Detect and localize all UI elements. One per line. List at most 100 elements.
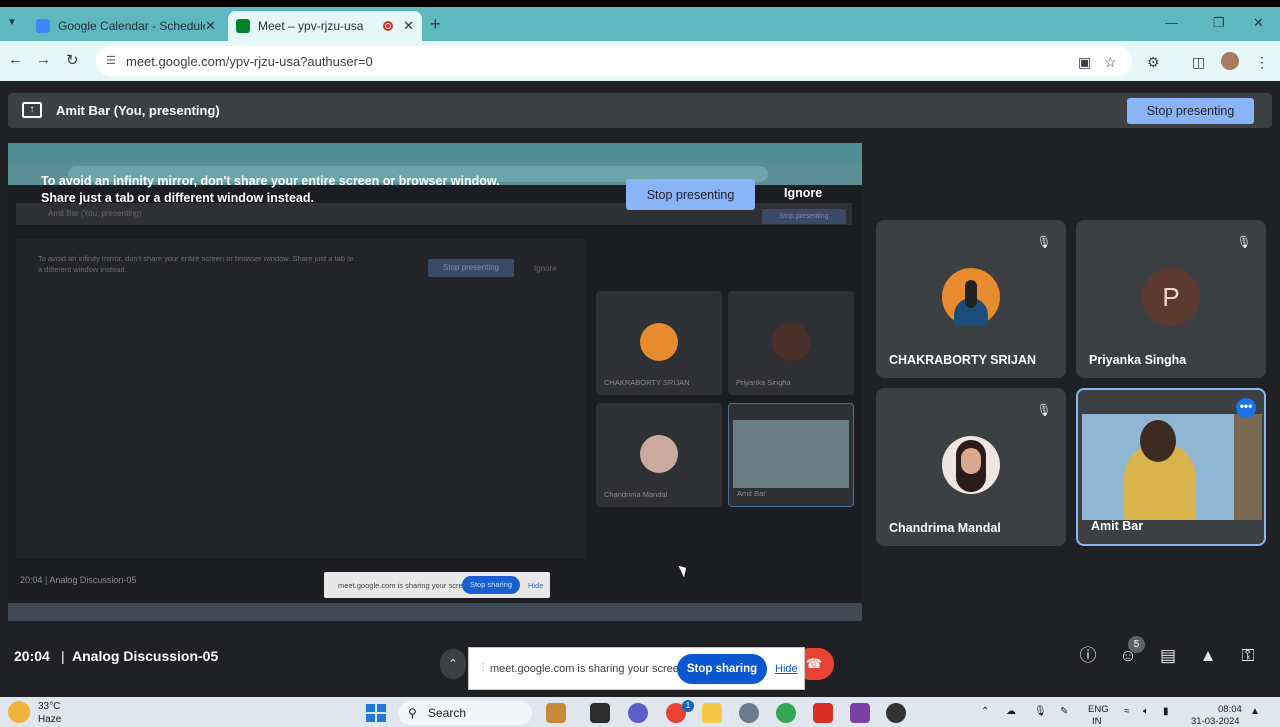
participant-tile[interactable]: 🎙︎ CHAKRABORTY SRIJAN xyxy=(876,220,1066,378)
chat-icon[interactable]: ▤ xyxy=(1156,644,1180,668)
chrome-profile-icon[interactable] xyxy=(776,703,796,723)
info-icon[interactable]: ⓘ xyxy=(1076,644,1100,668)
tab-title: Google Calendar - Schedule sta xyxy=(58,19,206,33)
new-tab-icon[interactable]: + xyxy=(430,14,441,35)
participant-tile[interactable]: 🎙︎ Chandrima Mandal xyxy=(876,388,1066,546)
screen-sharing-bar: ⋮ meet.google.com is sharing your screen… xyxy=(468,647,805,690)
teams-app-icon[interactable] xyxy=(628,703,648,723)
onenote-app-icon[interactable] xyxy=(850,703,870,723)
mirror-avatar xyxy=(640,435,678,473)
reload-icon[interactable]: ↻ xyxy=(66,51,79,69)
extensions-icon[interactable]: ⚙ xyxy=(1147,54,1160,71)
avatar: P xyxy=(1142,268,1200,326)
avatar xyxy=(942,436,1000,494)
forward-icon[interactable]: → xyxy=(36,51,51,68)
wifi-icon[interactable]: ≈ xyxy=(1124,706,1130,717)
stop-sharing-button[interactable]: Stop sharing xyxy=(677,654,767,684)
meet-favicon-icon xyxy=(236,19,250,33)
present-screen-icon: ↑ xyxy=(22,102,42,118)
mirror-sharing-bar: meet.google.com is sharing your screen. … xyxy=(324,572,550,598)
participant-name: Priyanka Singha xyxy=(1089,353,1187,367)
battery-icon[interactable]: ▮ xyxy=(1163,706,1169,717)
weather-temperature: 33°C xyxy=(38,701,61,712)
volume-icon[interactable]: 🔈︎ xyxy=(1143,706,1149,717)
ignore-button[interactable]: Ignore xyxy=(784,186,822,200)
participant-name: Amit Bar xyxy=(1091,519,1144,533)
language-indicator[interactable]: ENG xyxy=(1088,704,1109,715)
mirror-tab-strip xyxy=(8,143,862,163)
profile-avatar[interactable] xyxy=(1221,52,1239,70)
mirror-inner-notice: To avoid an infinity mirror, don't share… xyxy=(38,254,354,274)
warning-stop-presenting-button[interactable]: Stop presenting xyxy=(626,179,755,210)
video-head xyxy=(1140,420,1176,462)
mirror-inner-screen xyxy=(16,239,586,559)
region-indicator: IN xyxy=(1092,716,1102,727)
notification-bell-icon[interactable]: ▲ xyxy=(1250,706,1260,717)
url-text: meet.google.com/ypv-rjzu-usa?authuser=0 xyxy=(126,53,373,69)
minimize-icon[interactable]: — xyxy=(1165,15,1178,30)
more-options-icon[interactable]: ••• xyxy=(1236,398,1256,418)
participant-name: Chandrima Mandal xyxy=(889,521,1001,535)
taskbar-search[interactable]: Search xyxy=(398,701,532,725)
meeting-name: Analog Discussion-05 xyxy=(72,648,219,664)
close-tab-icon[interactable]: ✕ xyxy=(403,18,414,34)
hide-link[interactable]: Hide xyxy=(775,663,798,675)
shared-screen-preview: Amit Bar (You, presenting) Stop presenti… xyxy=(8,143,862,621)
participant-count-badge: 5 xyxy=(1128,636,1145,653)
address-bar[interactable]: ☰ meet.google.com/ypv-rjzu-usa?authuser=… xyxy=(96,46,1132,76)
mic-off-icon: 🎙︎ xyxy=(1236,235,1252,249)
camera-icon[interactable]: ▣ xyxy=(1078,54,1091,71)
close-window-icon[interactable]: ✕ xyxy=(1253,15,1264,31)
mirror-tile: Amit Bar xyxy=(728,403,854,507)
video-background xyxy=(1234,414,1262,520)
tab-search-icon[interactable]: ▼ xyxy=(4,15,20,31)
mirror-tile: Chandrima Mandal xyxy=(596,403,722,507)
mirror-meeting-name: 20:04 | Analog Discussion-05 xyxy=(20,575,137,585)
obs-app-icon[interactable] xyxy=(886,703,906,723)
mirror-presenting-label: Amit Bar (You, presenting) xyxy=(48,209,142,218)
briefcase-app-icon[interactable] xyxy=(546,703,566,723)
side-panel-icon[interactable]: ◫ xyxy=(1192,54,1205,71)
chevron-up-icon[interactable]: ⌃ xyxy=(440,649,466,679)
stop-presenting-button[interactable]: Stop presenting xyxy=(1127,98,1254,124)
back-icon[interactable]: ← xyxy=(8,51,23,68)
mirror-tile-name: Chandrima Mandal xyxy=(604,490,668,499)
restore-icon[interactable]: ❐ xyxy=(1213,15,1225,31)
sharing-status-text: meet.google.com is sharing your screen. xyxy=(490,663,689,675)
tab-meet[interactable]: Meet – ypv-rjzu-usa ✕ xyxy=(228,11,422,41)
mirror-tile: Priyanka Singha xyxy=(728,291,854,395)
activities-icon[interactable]: ▲ xyxy=(1196,644,1220,668)
mirror-stop-button: Stop presenting xyxy=(762,209,846,224)
infinity-mirror-warning: To avoid an infinity mirror, don't share… xyxy=(41,174,500,205)
clock-time[interactable]: 08:04 xyxy=(1218,704,1242,715)
settings-app-icon[interactable] xyxy=(739,703,759,723)
close-tab-icon[interactable]: ✕ xyxy=(205,18,216,34)
presenting-label: Amit Bar (You, presenting) xyxy=(56,103,220,118)
mirror-avatar xyxy=(640,323,678,361)
mirror-self-video xyxy=(733,420,849,488)
mirror-inner-stop: Stop presenting xyxy=(428,259,514,277)
acrobat-app-icon[interactable] xyxy=(813,703,833,723)
file-explorer-icon[interactable] xyxy=(702,703,722,723)
bookmark-star-icon[interactable]: ☆ xyxy=(1104,54,1117,71)
participant-name: CHAKRABORTY SRIJAN xyxy=(889,353,1037,367)
browser-toolbar: ← → ↻ ☰ meet.google.com/ypv-rjzu-usa?aut… xyxy=(0,41,1280,81)
pen-icon[interactable]: ✎ xyxy=(1060,706,1068,717)
site-info-icon[interactable]: ☰ xyxy=(106,54,120,68)
host-controls-icon[interactable]: ⚿ xyxy=(1236,644,1260,668)
terminal-app-icon[interactable] xyxy=(590,703,610,723)
recording-icon xyxy=(383,21,394,31)
participant-tile-self[interactable]: ••• Amit Bar xyxy=(1076,388,1266,546)
screen: ▼ Google Calendar - Schedule sta ✕ Meet … xyxy=(0,7,1280,727)
drag-handle-icon[interactable]: ⋮ xyxy=(478,662,488,673)
microphone-icon[interactable]: 🎙︎ xyxy=(1034,706,1047,717)
onedrive-icon[interactable]: ☁ xyxy=(1006,706,1016,717)
search-icon: ⚲ xyxy=(408,706,417,720)
self-video xyxy=(1082,414,1262,520)
tab-title: Meet – ypv-rjzu-usa xyxy=(258,19,364,33)
show-hidden-icons[interactable]: ⌃ xyxy=(981,706,989,717)
windows-start-icon[interactable] xyxy=(366,704,386,722)
menu-kebab-icon[interactable]: ⋮ xyxy=(1255,54,1269,71)
tab-google-calendar[interactable]: Google Calendar - Schedule sta ✕ xyxy=(28,11,224,41)
participant-tile[interactable]: 🎙︎ P Priyanka Singha xyxy=(1076,220,1266,378)
